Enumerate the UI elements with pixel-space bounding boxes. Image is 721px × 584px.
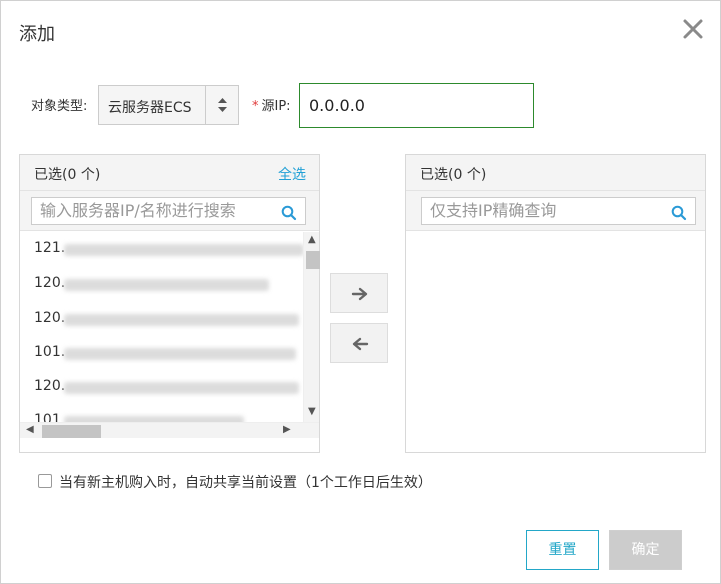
search-placeholder: 仅支持IP精确查询 bbox=[430, 201, 557, 220]
search-icon[interactable] bbox=[671, 203, 687, 221]
arrow-left-icon bbox=[352, 337, 369, 351]
search-placeholder: 输入服务器IP/名称进行搜索 bbox=[40, 201, 236, 220]
confirm-button[interactable]: 确定 bbox=[609, 530, 682, 570]
list-item[interactable]: 120. bbox=[34, 310, 299, 330]
ip-search-input[interactable]: 仅支持IP精确查询 bbox=[421, 197, 696, 225]
horizontal-scroll-thumb[interactable] bbox=[42, 425, 101, 438]
vertical-scroll-thumb[interactable] bbox=[306, 251, 320, 269]
object-type-select[interactable]: 云服务器ECS bbox=[98, 85, 239, 125]
server-search-input[interactable]: 输入服务器IP/名称进行搜索 bbox=[31, 197, 306, 225]
item-ip: 120. bbox=[34, 310, 66, 326]
redacted-text bbox=[64, 348, 296, 360]
panel-header: 已选(0 个) 全选 bbox=[20, 155, 319, 191]
object-type-label: 对象类型: bbox=[31, 99, 88, 114]
source-ip-input[interactable]: 0.0.0.0 bbox=[299, 83, 534, 128]
arrow-right-icon bbox=[351, 287, 368, 301]
item-ip: 120. bbox=[34, 275, 66, 291]
search-icon[interactable] bbox=[281, 203, 297, 221]
add-dialog: 添加 对象类型: 云服务器ECS * 源IP: 0.0.0.0 已选(0 个) 全… bbox=[0, 0, 721, 584]
reset-button[interactable]: 重置 bbox=[526, 530, 599, 570]
required-asterisk: * bbox=[252, 99, 259, 114]
list-item[interactable]: 101. bbox=[34, 412, 299, 422]
panel-header: 已选(0 个) bbox=[406, 155, 705, 191]
redacted-text bbox=[64, 382, 299, 394]
item-ip: 101. bbox=[34, 412, 66, 422]
list-item[interactable]: 101. bbox=[34, 344, 299, 364]
scroll-up-icon[interactable]: ▲ bbox=[308, 234, 316, 245]
item-ip: 120. bbox=[34, 378, 66, 394]
form-row: 对象类型: 云服务器ECS * 源IP: 0.0.0.0 bbox=[1, 83, 720, 128]
available-servers-panel: 已选(0 个) 全选 输入服务器IP/名称进行搜索 121. 120. 120.… bbox=[19, 154, 320, 453]
selected-servers-panel: 已选(0 个) 仅支持IP精确查询 bbox=[405, 154, 706, 453]
list-item[interactable]: 120. bbox=[34, 275, 299, 295]
scroll-left-icon[interactable]: ◀ bbox=[26, 424, 34, 435]
source-ip-label-text: 源IP: bbox=[261, 99, 291, 114]
move-left-button[interactable] bbox=[330, 323, 388, 363]
item-ip: 101. bbox=[34, 344, 66, 360]
auto-share-label: 当有新主机购入时，自动共享当前设置（1个工作日后生效） bbox=[59, 475, 432, 491]
dialog-title: 添加 bbox=[19, 24, 55, 45]
vertical-scrollbar[interactable]: ▲ ▼ bbox=[303, 232, 320, 422]
server-list: 121. 120. 120. 101. 120. 101. bbox=[20, 232, 303, 422]
item-ip: 121. bbox=[34, 240, 66, 256]
redacted-text bbox=[64, 244, 303, 256]
search-bar: 输入服务器IP/名称进行搜索 bbox=[20, 191, 319, 231]
redacted-text bbox=[64, 314, 299, 326]
right-panel-title: 已选(0 个) bbox=[420, 167, 487, 183]
auto-share-checkbox[interactable] bbox=[38, 474, 52, 488]
list-item[interactable]: 120. bbox=[34, 378, 299, 398]
close-icon[interactable] bbox=[681, 17, 705, 41]
redacted-text bbox=[64, 279, 269, 291]
left-panel-title: 已选(0 个) bbox=[34, 167, 101, 183]
sort-arrows-icon bbox=[205, 86, 238, 124]
move-right-button[interactable] bbox=[330, 273, 388, 313]
scroll-down-icon[interactable]: ▼ bbox=[308, 406, 316, 417]
scroll-right-icon[interactable]: ▶ bbox=[283, 424, 291, 435]
source-ip-label: * 源IP: bbox=[252, 95, 291, 114]
select-all-link[interactable]: 全选 bbox=[278, 164, 306, 184]
list-item[interactable]: 121. bbox=[34, 240, 303, 260]
search-bar: 仅支持IP精确查询 bbox=[406, 191, 705, 231]
horizontal-scrollbar[interactable]: ◀ ▶ bbox=[20, 422, 319, 438]
object-type-value: 云服务器ECS bbox=[108, 100, 192, 116]
